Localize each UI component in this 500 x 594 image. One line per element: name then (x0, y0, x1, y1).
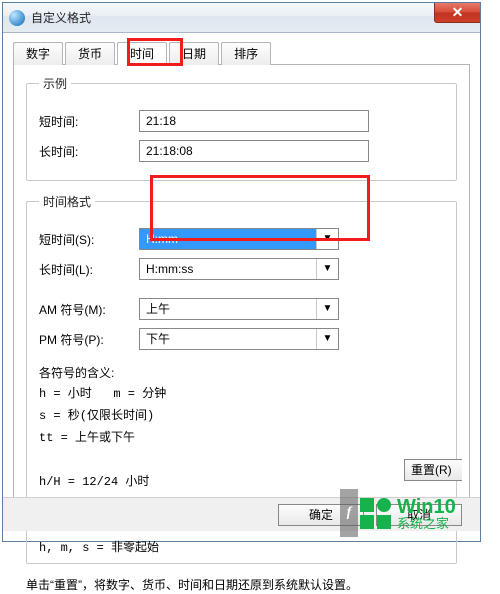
tab-panel-time: 示例 短时间: 21:18 长时间: 21:18:08 时间格式 短时间(S):… (13, 65, 470, 517)
combo-short-format[interactable]: H:mm ▼ (139, 228, 339, 250)
row-am-symbol: AM 符号(M): 上午 ▼ (39, 298, 444, 320)
combo-am-symbol-value: 上午 (140, 299, 316, 319)
chevron-down-icon: ▼ (316, 299, 338, 319)
tab-currency[interactable]: 货币 (65, 42, 115, 65)
window-title: 自定义格式 (31, 9, 91, 26)
chevron-down-icon: ▼ (316, 229, 338, 249)
group-example: 示例 短时间: 21:18 长时间: 21:18:08 (26, 75, 457, 181)
tab-date[interactable]: 日期 (169, 42, 219, 65)
close-button[interactable]: ✕ (434, 3, 480, 23)
globe-icon (9, 10, 25, 26)
row-pm-symbol: PM 符号(P): 下午 ▼ (39, 328, 444, 350)
chevron-down-icon: ▼ (316, 259, 338, 279)
reset-hint-text: 单击“重置”，将数字、货币、时间和日期还原到系统默认设置。 (26, 576, 457, 594)
dialog-window: 自定义格式 ✕ 数字 货币 时间 日期 排序 示例 短时间: 21:18 长时间… (2, 2, 481, 542)
combo-long-format-value: H:mm:ss (140, 259, 316, 279)
tab-strip: 数字 货币 时间 日期 排序 (13, 41, 470, 65)
close-icon: ✕ (452, 4, 464, 21)
tab-time[interactable]: 时间 (117, 42, 167, 65)
reset-button-clip: 重置(R) (404, 459, 462, 481)
combo-pm-symbol-value: 下午 (140, 329, 316, 349)
label-long-format: 长时间(L): (39, 261, 139, 278)
label-short-format: 短时间(S): (39, 231, 139, 248)
label-pm-symbol: PM 符号(P): (39, 331, 139, 348)
row-example-long: 长时间: 21:18:08 (39, 140, 444, 162)
client-area: 数字 货币 时间 日期 排序 示例 短时间: 21:18 长时间: 21:18:… (3, 33, 480, 517)
tab-number[interactable]: 数字 (13, 42, 63, 65)
titlebar: 自定义格式 ✕ (3, 3, 480, 33)
row-short-format: 短时间(S): H:mm ▼ (39, 228, 444, 250)
dialog-button-row: 确定 取消 (3, 497, 480, 531)
combo-am-symbol[interactable]: 上午 ▼ (139, 298, 339, 320)
tab-sort[interactable]: 排序 (221, 42, 271, 65)
cancel-button[interactable]: 取消 (376, 504, 462, 526)
label-short-time-example: 短时间: (39, 113, 139, 130)
reset-button[interactable]: 重置(R) (404, 459, 462, 481)
combo-short-format-value: H:mm (140, 229, 316, 249)
row-long-format: 长时间(L): H:mm:ss ▼ (39, 258, 444, 280)
combo-pm-symbol[interactable]: 下午 ▼ (139, 328, 339, 350)
row-example-short: 短时间: 21:18 (39, 110, 444, 132)
label-am-symbol: AM 符号(M): (39, 301, 139, 318)
group-example-legend: 示例 (39, 75, 71, 92)
group-formats-legend: 时间格式 (39, 193, 95, 210)
help-body: h = 小时 m = 分钟 s = 秒(仅限长时间) tt = 上午或下午 h/… (39, 383, 444, 559)
combo-long-format[interactable]: H:mm:ss ▼ (139, 258, 339, 280)
ok-button[interactable]: 确定 (278, 504, 364, 526)
chevron-down-icon: ▼ (316, 329, 338, 349)
help-heading: 各符号的含义: (39, 364, 444, 381)
label-long-time-example: 长时间: (39, 143, 139, 160)
value-long-time-example: 21:18:08 (139, 140, 369, 162)
value-short-time-example: 21:18 (139, 110, 369, 132)
